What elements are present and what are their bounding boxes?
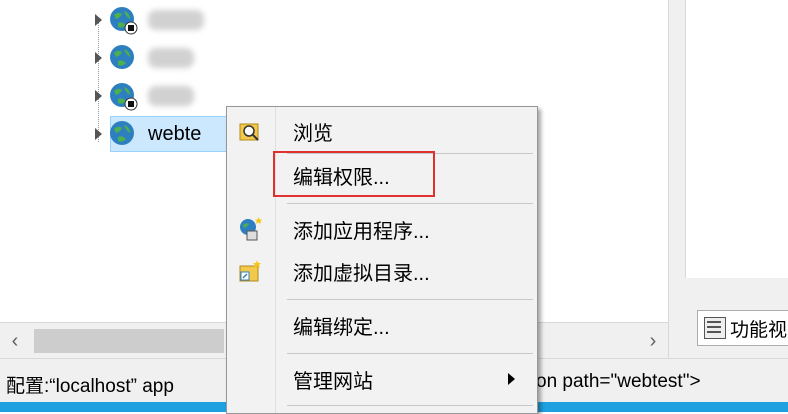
menu-separator bbox=[287, 203, 533, 204]
add-application-icon bbox=[240, 217, 263, 241]
right-pane: 功能视 bbox=[668, 0, 788, 358]
menu-separator bbox=[287, 299, 533, 300]
globe-icon bbox=[110, 45, 134, 69]
tree-node-site-3[interactable] bbox=[92, 78, 194, 114]
features-view-icon bbox=[704, 317, 726, 339]
expand-arrow-icon[interactable] bbox=[94, 90, 102, 102]
add-virtual-directory-icon bbox=[239, 260, 261, 282]
blurred-site-name bbox=[148, 48, 194, 68]
scrollbar-thumb[interactable] bbox=[34, 329, 224, 353]
scroll-right-icon[interactable]: › bbox=[638, 323, 668, 359]
menu-separator bbox=[287, 405, 533, 406]
status-text-right: on path="webtest"> bbox=[536, 371, 701, 392]
menu-item-label: 浏览 bbox=[293, 122, 333, 145]
status-text-left: 配置:“localhost” app bbox=[6, 376, 174, 397]
menu-item-edit-bindings[interactable]: 编辑绑定... bbox=[227, 305, 537, 345]
menu-separator bbox=[287, 353, 533, 354]
tree-node-site-2[interactable] bbox=[92, 40, 194, 76]
stopped-site-globe-icon bbox=[110, 7, 138, 35]
menu-item-label: 编辑绑定... bbox=[293, 316, 390, 339]
menu-item-browse[interactable]: 浏览 bbox=[227, 111, 537, 151]
menu-item-manage-website[interactable]: 管理网站 bbox=[227, 359, 537, 399]
tab-features-view[interactable]: 功能视 bbox=[697, 310, 788, 346]
expand-arrow-icon[interactable] bbox=[94, 52, 102, 64]
right-content-area bbox=[685, 0, 788, 279]
submenu-arrow-icon bbox=[508, 373, 515, 385]
expand-arrow-icon[interactable] bbox=[94, 14, 102, 26]
menu-item-label: 添加应用程序... bbox=[293, 220, 430, 243]
menu-item-label: 添加虚拟目录... bbox=[293, 262, 430, 285]
expand-arrow-icon[interactable] bbox=[94, 128, 102, 140]
menu-item-label: 管理网站 bbox=[293, 370, 373, 393]
menu-item-add-virtual-directory[interactable]: 添加虚拟目录... bbox=[227, 251, 537, 291]
globe-icon bbox=[110, 121, 134, 145]
tree-node-webtest[interactable]: webte bbox=[92, 116, 201, 152]
browse-folder-icon bbox=[239, 123, 259, 141]
scroll-left-icon[interactable]: ‹ bbox=[0, 323, 30, 359]
tree-node-label: webte bbox=[148, 122, 202, 145]
tree-node-site-1[interactable] bbox=[92, 2, 204, 38]
menu-item-add-application[interactable]: 添加应用程序... bbox=[227, 209, 537, 249]
blurred-site-name bbox=[148, 86, 194, 106]
context-menu: 浏览 编辑权限... 添加应用程序... 添加虚拟目录... 编辑绑定... 管… bbox=[226, 106, 538, 414]
blurred-site-name bbox=[148, 10, 204, 30]
tab-features-view-label: 功能视 bbox=[730, 319, 788, 341]
stopped-site-globe-icon bbox=[110, 83, 138, 111]
annotation-highlight-box bbox=[273, 151, 435, 197]
